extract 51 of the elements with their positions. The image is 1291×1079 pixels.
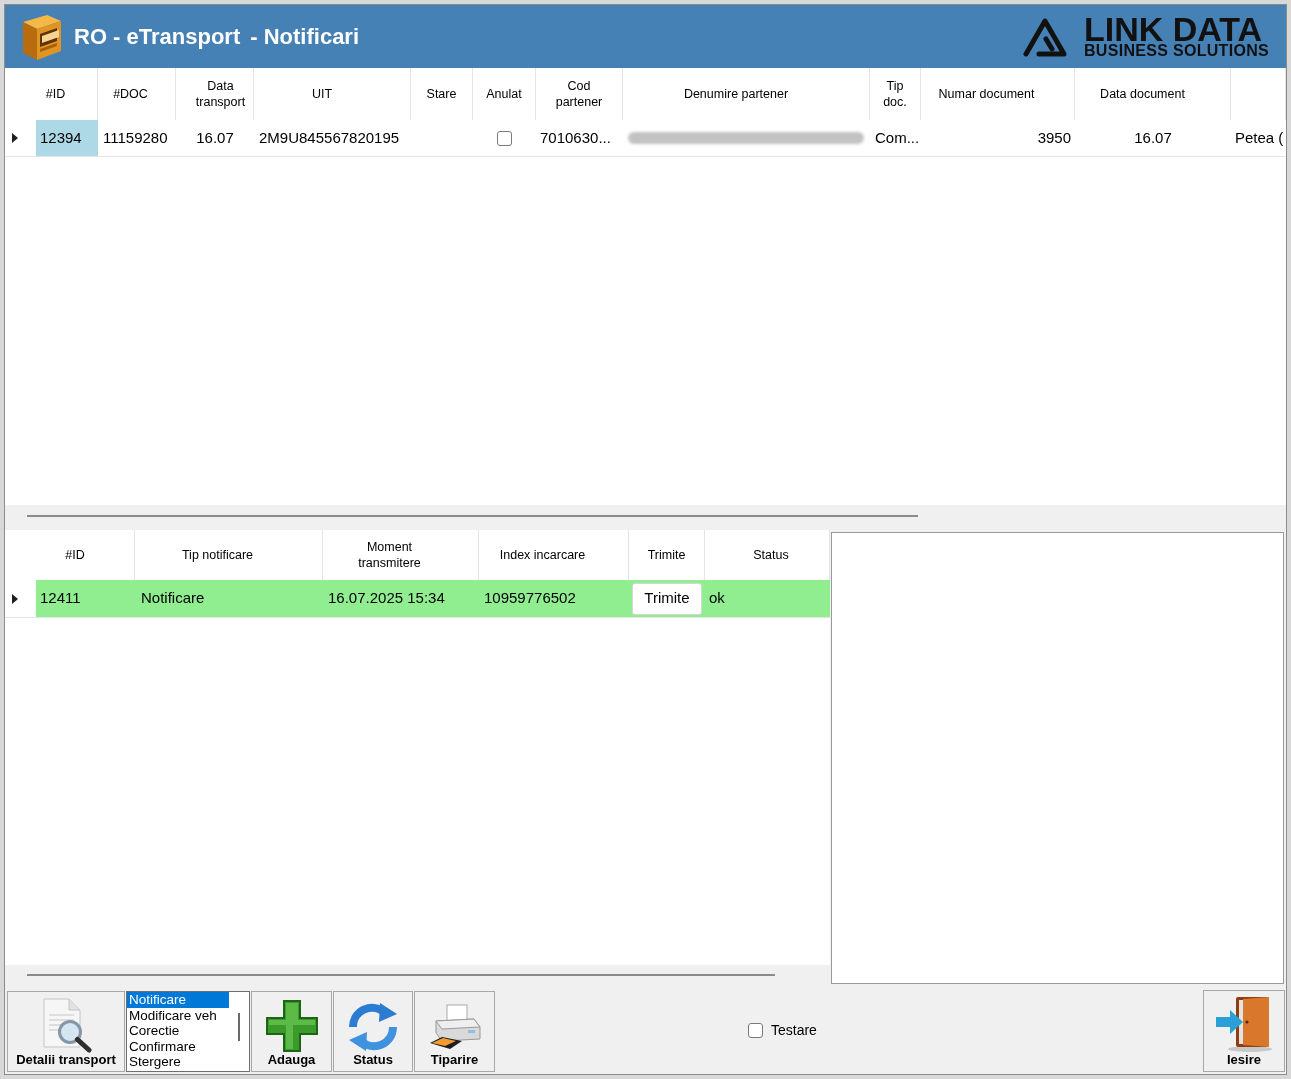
plus-icon xyxy=(264,999,319,1053)
column-header: Numar document xyxy=(938,86,1035,102)
listbox[interactable]: Notificare Modificare veh Corectie Confirmare Stergere xyxy=(126,991,250,1072)
list-item[interactable]: Corectie xyxy=(127,1023,229,1039)
column-header: Tip notificare xyxy=(181,547,254,563)
table-cell-text: 10959776502 xyxy=(483,588,577,609)
table-cell: 12394 xyxy=(36,120,98,157)
column-header: Status xyxy=(753,547,789,563)
column-header: Anulat xyxy=(486,86,522,102)
triangle-logo-icon xyxy=(1022,15,1068,58)
table-cell-text: 12411 xyxy=(39,588,82,609)
list-item[interactable]: Modificare veh xyxy=(127,1007,229,1023)
exit-door-icon xyxy=(1214,995,1274,1053)
table-cell-text: 16.07.2025 15:34 xyxy=(327,588,446,609)
status-button[interactable]: Status xyxy=(333,991,413,1072)
print-button[interactable]: Tiparire xyxy=(414,991,495,1072)
table-row[interactable]: 12411 Notificare 16.07.2025 15:34 10959776502 Trimite ok xyxy=(36,580,830,617)
window-title: RO - eTransport xyxy=(74,23,241,51)
column-header: Trimite xyxy=(647,547,686,563)
window-subtitle: - Notificari xyxy=(250,23,360,51)
column-header: #ID xyxy=(45,86,66,102)
scrollbar-thumb[interactable] xyxy=(238,1013,240,1041)
table-cell-text: ok xyxy=(708,588,726,609)
column-header: #DOC xyxy=(113,86,148,102)
column-header: Denumire partener xyxy=(683,86,789,102)
column-header: Stare xyxy=(426,86,457,102)
column-header: UIT xyxy=(311,86,333,102)
send-button[interactable]: Trimite xyxy=(632,582,702,615)
details-button[interactable]: Detalii transport xyxy=(7,991,125,1072)
scrollbar-thumb[interactable] xyxy=(27,515,918,517)
checkbox-label: Testare xyxy=(771,1020,817,1040)
list-item[interactable]: Stergere xyxy=(127,1054,229,1070)
column-header: Tip doc. xyxy=(882,78,908,110)
refresh-icon xyxy=(346,1001,400,1053)
file-cabinet-icon xyxy=(20,12,64,61)
logo-tagline: BUSINESS SOLUTIONS xyxy=(1084,43,1269,58)
column-header: Moment transmitere xyxy=(357,539,422,571)
column-header: Data transport xyxy=(194,78,247,110)
logo-name: LINK DATA xyxy=(1084,15,1263,43)
column-header: Index incarcare xyxy=(499,547,586,563)
checkbox[interactable] xyxy=(497,130,512,146)
column-header: #ID xyxy=(65,547,85,563)
exit-button[interactable]: Iesire xyxy=(1203,990,1285,1072)
testare-checkbox[interactable] xyxy=(748,1022,763,1038)
list-item[interactable]: Confirmare xyxy=(127,1038,229,1054)
table-cell-text: Notificare xyxy=(140,588,206,609)
add-button[interactable]: Adauga xyxy=(251,991,332,1072)
list-item[interactable]: Notificare xyxy=(127,992,229,1008)
column-header: Cod partener xyxy=(554,78,604,110)
scrollbar-thumb[interactable] xyxy=(27,974,775,976)
column-header: Data document xyxy=(1100,86,1185,102)
